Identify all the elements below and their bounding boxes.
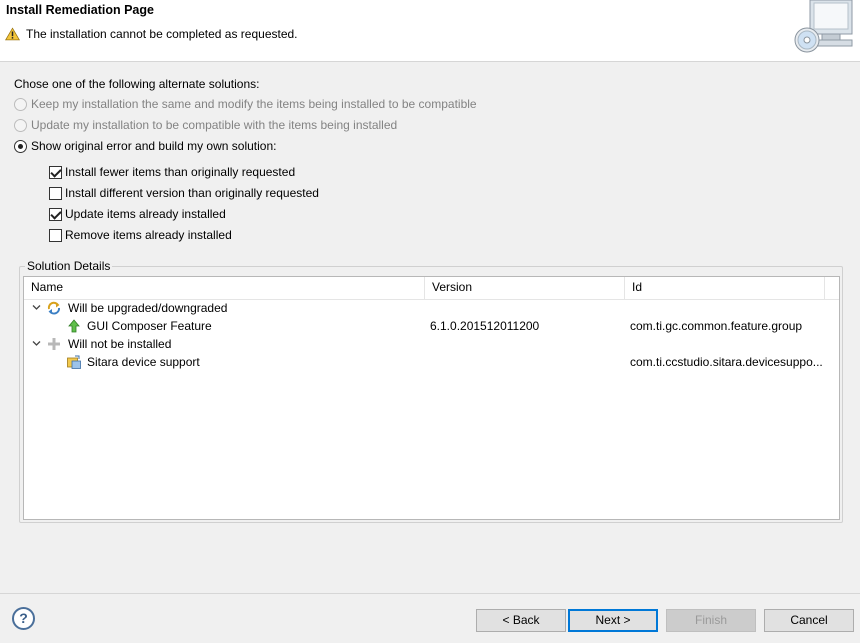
tree-row-not-installed[interactable]: Will not be installed (24, 335, 839, 353)
tree-row-id: com.ti.ccstudio.sitara.devicesuppo... (630, 355, 823, 369)
footer-divider (0, 593, 860, 594)
chevron-down-icon[interactable] (32, 339, 41, 348)
checkbox-label: Remove items already installed (65, 228, 232, 242)
chevron-down-icon[interactable] (32, 303, 41, 312)
back-button[interactable]: < Back (476, 609, 566, 632)
solution-details-label: Solution Details (25, 259, 113, 273)
finish-button[interactable]: Finish (666, 609, 756, 632)
radio-label: Keep my installation the same and modify… (31, 97, 477, 111)
wizard-header: Install Remediation Page The installatio… (0, 0, 860, 62)
checkbox-label: Update items already installed (65, 207, 226, 221)
cancel-button[interactable]: Cancel (764, 609, 854, 632)
feature-icon (67, 355, 81, 369)
checkbox-label: Install fewer items than originally requ… (65, 165, 296, 179)
header-message: The installation cannot be completed as … (26, 27, 298, 41)
radio-button[interactable] (14, 97, 27, 111)
tree-row-id: com.ti.gc.common.feature.group (630, 319, 803, 333)
column-header-version[interactable]: Version (425, 277, 625, 300)
radio-button[interactable] (14, 139, 27, 153)
solutions-label: Chose one of the following alternate sol… (14, 77, 260, 91)
warning-icon (5, 27, 20, 41)
checkbox-install-different-version[interactable]: Install different version than originall… (49, 185, 319, 201)
checkbox-label: Install different version than originall… (65, 186, 319, 200)
tree-row-gui-composer[interactable]: GUI Composer Feature 6.1.0.201512011200 … (24, 317, 839, 335)
tree-row-name: Sitara device support (87, 355, 200, 369)
radio-label: Update my installation to be compatible … (31, 118, 398, 132)
column-header-id[interactable]: Id (625, 277, 825, 300)
upgrade-arrow-icon (68, 319, 80, 333)
radio-keep-installation[interactable]: Keep my installation the same and modify… (14, 96, 477, 112)
add-plus-icon (48, 338, 60, 350)
checkbox[interactable] (49, 165, 62, 179)
radio-update-installation[interactable]: Update my installation to be compatible … (14, 117, 397, 133)
radio-show-original-error[interactable]: Show original error and build my own sol… (14, 138, 276, 154)
next-button[interactable]: Next > (568, 609, 658, 632)
tree-row-name: GUI Composer Feature (87, 319, 212, 333)
install-banner-icon (794, 0, 853, 53)
checkbox-remove-installed[interactable]: Remove items already installed (49, 227, 232, 243)
radio-label: Show original error and build my own sol… (31, 139, 277, 153)
page-title: Install Remediation Page (6, 3, 154, 17)
checkbox[interactable] (49, 228, 62, 242)
tree-row-upgraded[interactable]: Will be upgraded/downgraded (24, 299, 839, 317)
radio-button[interactable] (14, 118, 27, 132)
checkbox[interactable] (49, 207, 62, 221)
help-button[interactable]: ? (12, 607, 35, 630)
checkbox[interactable] (49, 186, 62, 200)
column-header-name[interactable]: Name (24, 277, 425, 300)
tree-row-name: Will be upgraded/downgraded (68, 301, 228, 315)
tree-row-version: 6.1.0.201512011200 (430, 319, 540, 333)
checkbox-install-fewer[interactable]: Install fewer items than originally requ… (49, 164, 295, 180)
tree-row-sitara[interactable]: Sitara device support com.ti.ccstudio.si… (24, 353, 839, 371)
tree-row-name: Will not be installed (68, 337, 172, 351)
update-icon (47, 301, 60, 315)
checkbox-update-installed[interactable]: Update items already installed (49, 206, 226, 222)
solution-details-tree[interactable]: Name Version Id Will be upgraded/downgra… (23, 276, 840, 520)
